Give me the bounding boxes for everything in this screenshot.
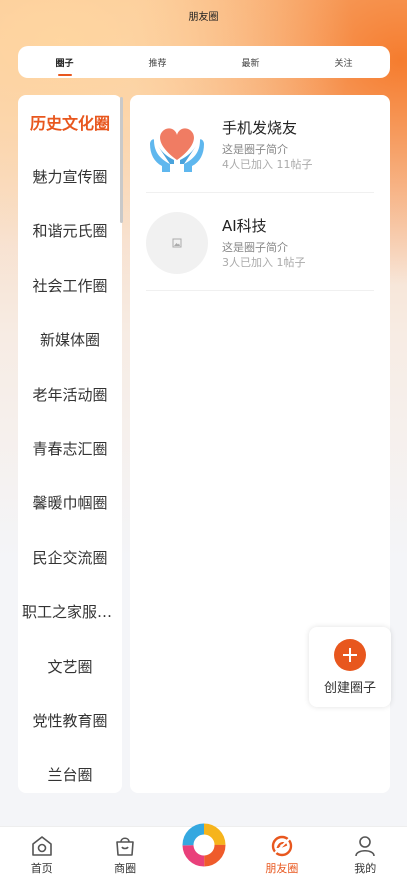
circle-item-ai-tech[interactable]: AI科技 这是圈子简介 3人已加入 1帖子 bbox=[146, 195, 374, 291]
sidebar-item-new-media[interactable]: 新媒体圈 bbox=[18, 313, 122, 367]
sidebar-item-label: 历史文化圈 bbox=[29, 114, 110, 134]
tab-recommended[interactable]: 推荐 bbox=[118, 52, 198, 73]
category-sidebar: 历史文化圈 魅力宣传圈 和谐元氏圈 社会工作圈 新媒体圈 老年活动圈 青春志汇圈… bbox=[18, 95, 122, 793]
sidebar-item-elderly-activities[interactable]: 老年活动圈 bbox=[18, 367, 122, 421]
nav-friends-circle-label: 朋友圈 bbox=[265, 862, 299, 875]
tab-circles[interactable]: 圈子 bbox=[25, 52, 105, 76]
sidebar-item-label: 兰台圈 bbox=[47, 766, 93, 785]
colorful-ring-logo-icon bbox=[182, 823, 226, 867]
sidebar-item-lantai[interactable]: 兰台圈 bbox=[18, 748, 122, 793]
sidebar-item-private-enterprise[interactable]: 民企交流圈 bbox=[18, 530, 122, 584]
home-icon bbox=[31, 836, 52, 856]
shopping-bag-icon bbox=[116, 837, 134, 856]
sidebar-item-label: 魅力宣传圈 bbox=[32, 168, 108, 187]
tab-bar: 圈子 推荐 最新 关注 bbox=[18, 46, 390, 78]
sidebar-item-label: 青春志汇圈 bbox=[32, 440, 108, 459]
sidebar-item-label: 馨暖巾帼圈 bbox=[32, 494, 108, 513]
plus-icon bbox=[334, 638, 366, 671]
center-logo-button[interactable] bbox=[180, 821, 228, 869]
sidebar-item-label: 和谐元氏圈 bbox=[32, 222, 108, 241]
page-title: 朋友圈 bbox=[188, 12, 219, 23]
nav-home-label: 首页 bbox=[30, 862, 53, 875]
circle-name: AI科技 bbox=[222, 217, 267, 235]
circle-item-phone-fans[interactable]: 手机发烧友 这是圈子简介 4人已加入 11帖子 bbox=[146, 97, 374, 193]
nav-friends-circle[interactable]: 朋友圈 bbox=[247, 834, 317, 876]
sidebar-item-arts[interactable]: 文艺圈 bbox=[18, 639, 122, 693]
image-placeholder-icon bbox=[146, 211, 208, 274]
sidebar-item-harmony-yuanshi[interactable]: 和谐元氏圈 bbox=[18, 204, 122, 258]
user-icon bbox=[355, 836, 376, 857]
sidebar-item-youth-volunteer[interactable]: 青春志汇圈 bbox=[18, 421, 122, 475]
sidebar-item-workers-home[interactable]: 职工之家服务圈 bbox=[18, 585, 122, 639]
sidebar-item-label: 老年活动圈 bbox=[32, 385, 108, 404]
circle-stats: 3人已加入 1帖子 bbox=[222, 256, 306, 269]
friends-circle-icon bbox=[271, 835, 293, 857]
heart-hands-icon bbox=[146, 114, 208, 176]
sidebar-item-history-culture[interactable]: 历史文化圈 bbox=[18, 95, 122, 149]
sidebar-item-label: 党性教育圈 bbox=[32, 711, 108, 730]
sidebar-item-label: 文艺圈 bbox=[47, 657, 93, 676]
circle-description: 这是圈子简介 bbox=[222, 143, 288, 156]
circle-name: 手机发烧友 bbox=[222, 119, 298, 137]
nav-mine-label: 我的 bbox=[354, 862, 377, 875]
nav-business[interactable]: 商圈 bbox=[90, 834, 160, 876]
sidebar-scrollbar[interactable] bbox=[120, 97, 123, 223]
sidebar-item-party-education[interactable]: 党性教育圈 bbox=[18, 693, 122, 747]
create-circle-button[interactable]: 创建圈子 bbox=[309, 627, 391, 707]
sidebar-item-social-work[interactable]: 社会工作圈 bbox=[18, 258, 122, 312]
circle-stats: 4人已加入 11帖子 bbox=[222, 158, 313, 171]
circle-description: 这是圈子简介 bbox=[222, 241, 288, 254]
tab-latest[interactable]: 最新 bbox=[211, 52, 291, 73]
sidebar-item-label: 职工之家服务圈 bbox=[22, 603, 118, 622]
sidebar-item-women[interactable]: 馨暖巾帼圈 bbox=[18, 476, 122, 530]
nav-business-label: 商圈 bbox=[114, 862, 137, 875]
tab-following[interactable]: 关注 bbox=[304, 52, 384, 73]
create-circle-label: 创建圈子 bbox=[323, 680, 376, 696]
sidebar-item-label: 民企交流圈 bbox=[32, 548, 108, 567]
sidebar-item-charm-promotion[interactable]: 魅力宣传圈 bbox=[18, 149, 122, 203]
sidebar-item-label: 社会工作圈 bbox=[32, 276, 108, 295]
nav-home[interactable]: 首页 bbox=[7, 834, 77, 876]
nav-mine[interactable]: 我的 bbox=[330, 834, 400, 876]
sidebar-item-label: 新媒体圈 bbox=[39, 331, 100, 350]
